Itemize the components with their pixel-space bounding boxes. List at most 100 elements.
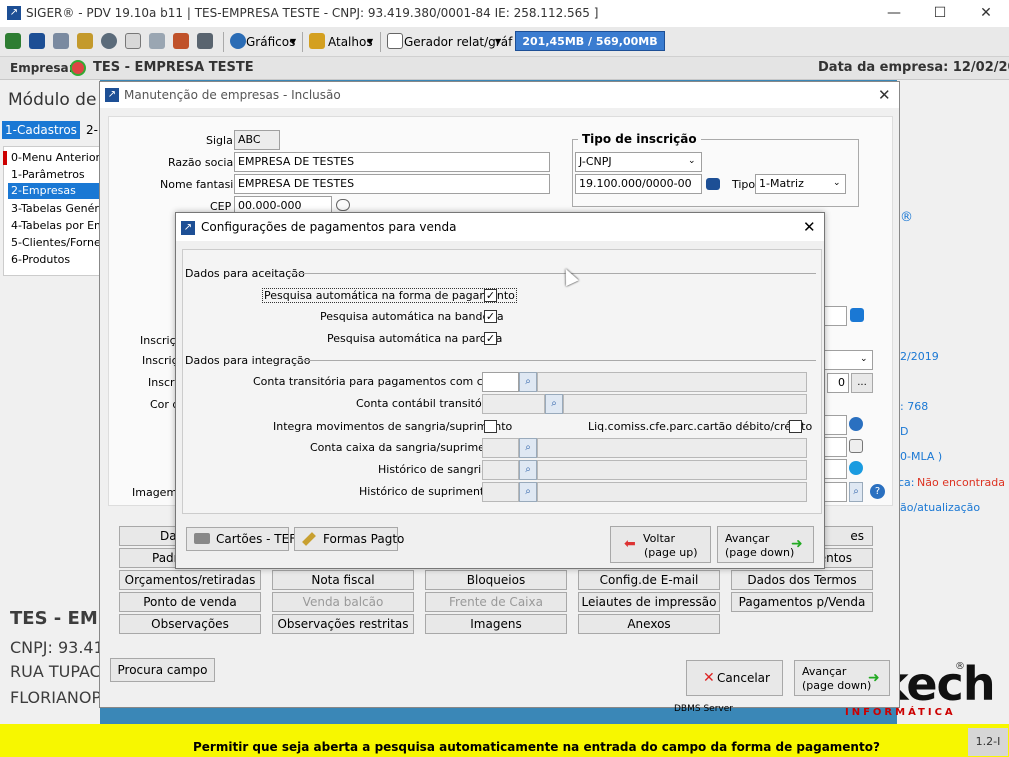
observacoes-restritas-button[interactable]: Observações restritas [272,614,414,634]
menu-item[interactable]: 1-Parâmetros [11,168,85,181]
avancar-label: Avançar [802,665,847,678]
mail-icon[interactable] [125,33,141,49]
tab-2[interactable]: 2- [86,123,98,137]
liq-checkbox[interactable] [789,420,802,433]
chevron-down-icon: ⌄ [688,156,696,166]
cancelar-button[interactable]: Cancelar [686,660,783,696]
search-icon[interactable]: ⌕ [519,460,537,480]
procura-campo-button[interactable]: Procura campo [110,658,215,682]
payments-config-dialog: ↗ Configurações de pagamentos para venda… [175,212,825,569]
menu-item-selected[interactable]: 2-Empresas [8,183,100,199]
conta-caixa-label: Conta caixa da sangria/suprimento [310,441,503,454]
opt-parcela-checkbox[interactable]: ✓ [484,332,497,345]
bloqueios-button[interactable]: Bloqueios [425,570,567,590]
gear-icon[interactable] [101,33,117,49]
sigla-input[interactable]: ABC [234,130,280,150]
toolbar-separator [302,32,303,52]
fantasia-input[interactable]: EMPRESA DE TESTES [234,174,550,194]
conta-caixa-input[interactable] [482,438,519,458]
frente-caixa-button[interactable]: Frente de Caixa [425,592,567,612]
integra-label: Integra movimentos de sangria/suprimento [273,420,513,433]
arrow-right-icon: ➜ [791,536,803,552]
chat-icon[interactable] [149,33,165,49]
users-icon[interactable] [173,33,189,49]
app-logo-icon: ↗ [7,6,21,20]
atalhos-menu[interactable]: Atalhos [328,35,373,49]
skype-input[interactable] [822,459,847,479]
search-icon[interactable]: ⌕ [519,372,537,392]
manutencao-close-button[interactable]: ✕ [878,86,891,104]
globe-icon[interactable] [849,417,863,431]
menu-item[interactable]: 3-Tabelas Genéric [11,202,108,215]
leiautes-button[interactable]: Leiautes de impressão [578,592,720,612]
tipo-inscricao-group [572,139,859,207]
hist-sangrias-label: Histórico de sangrias [378,463,494,476]
cartoes-tef-label: Cartões - TEF [216,532,297,546]
close-button[interactable]: ✕ [963,0,1009,27]
conta-contabil-input[interactable] [482,394,545,414]
zero-input[interactable]: 0 [827,373,849,393]
tab-cadastros[interactable]: 1-Cadastros [2,121,80,139]
pagamentos-venda-button[interactable]: Pagamentos p/Venda [731,592,873,612]
ellipsis-button[interactable]: ... [851,373,873,393]
maximize-button[interactable]: ☐ [917,0,963,27]
conta-contabil-desc [563,394,807,414]
hist-sangrias-desc [537,460,807,480]
email-input[interactable] [822,437,847,457]
opt-forma-pagamento-checkbox[interactable]: ✓ [484,289,497,302]
chevron-down-icon: ⌄ [860,354,868,364]
logo-sub: INFORMÁTICA [845,707,956,718]
graficos-menu[interactable]: Gráficos [246,35,295,49]
skype-icon[interactable] [849,461,863,475]
conta-transitoria-desc [537,372,807,392]
imagens-button[interactable]: Imagens [425,614,567,634]
search-icon[interactable]: ⌕ [849,482,863,502]
search-icon[interactable]: ⌕ [519,482,537,502]
phone-input[interactable] [822,306,847,326]
toolbar-separator [380,32,381,52]
orcamentos-button[interactable]: Orçamentos/retiradas [119,570,261,590]
tree-icon[interactable] [53,33,69,49]
tipo-inscricao-select[interactable]: J-CNPJ [575,152,702,172]
link-icon[interactable] [336,199,350,211]
exit-icon[interactable] [5,33,21,49]
dados-termos-button[interactable]: Dados dos Termos [731,570,873,590]
status-code: 1.2-I [968,728,1008,756]
status-bar: Permitir que seja aberta a pesquisa auto… [0,724,1009,757]
integra-checkbox[interactable] [484,420,497,433]
empresa-name: TES - EMPRESA TESTE [93,60,254,75]
cancel-icon: ✕ [703,670,715,686]
dialog-close-button[interactable]: ✕ [803,218,816,236]
search-icon[interactable]: ⌕ [545,394,563,414]
module-title: Módulo de P [8,90,113,110]
image-input[interactable] [822,482,847,502]
notes-icon[interactable] [77,33,93,49]
config-email-button[interactable]: Config.de E-mail [578,570,720,590]
minimize-button[interactable]: — [871,0,917,27]
opt-bandeira-checkbox[interactable]: ✓ [484,310,497,323]
cnpj-input[interactable]: 19.100.000/0000-00 [575,174,702,194]
observacoes-button[interactable]: Observações [119,614,261,634]
anexos-button[interactable]: Anexos [578,614,720,634]
right-date: 2/2019 [900,350,939,363]
menu-item[interactable]: 4-Tabelas por Emp [11,219,112,232]
venda-balcao-button[interactable]: Venda balcão [272,592,414,612]
ponto-venda-button[interactable]: Ponto de venda [119,592,261,612]
search-icon[interactable]: ⌕ [519,438,537,458]
hist-suprimentos-input[interactable] [482,482,519,502]
formas-pagto-label: Formas Pagto [323,532,405,546]
key-icon[interactable] [706,178,720,190]
nota-fiscal-button[interactable]: Nota fiscal [272,570,414,590]
menu-item[interactable]: 6-Produtos [11,253,70,266]
conta-transitoria-input[interactable] [482,372,519,392]
calculator-icon[interactable] [29,33,45,49]
menu-marker [3,151,7,165]
site-input[interactable] [822,415,847,435]
razao-input[interactable]: EMPRESA DE TESTES [234,152,550,172]
help-icon[interactable]: ? [870,484,885,499]
section-aceitacao: Dados para aceitação [185,267,305,280]
phone-icon[interactable] [850,308,864,322]
phone-icon[interactable] [197,33,213,49]
mail-icon[interactable] [849,439,863,453]
hist-sangrias-input[interactable] [482,460,519,480]
